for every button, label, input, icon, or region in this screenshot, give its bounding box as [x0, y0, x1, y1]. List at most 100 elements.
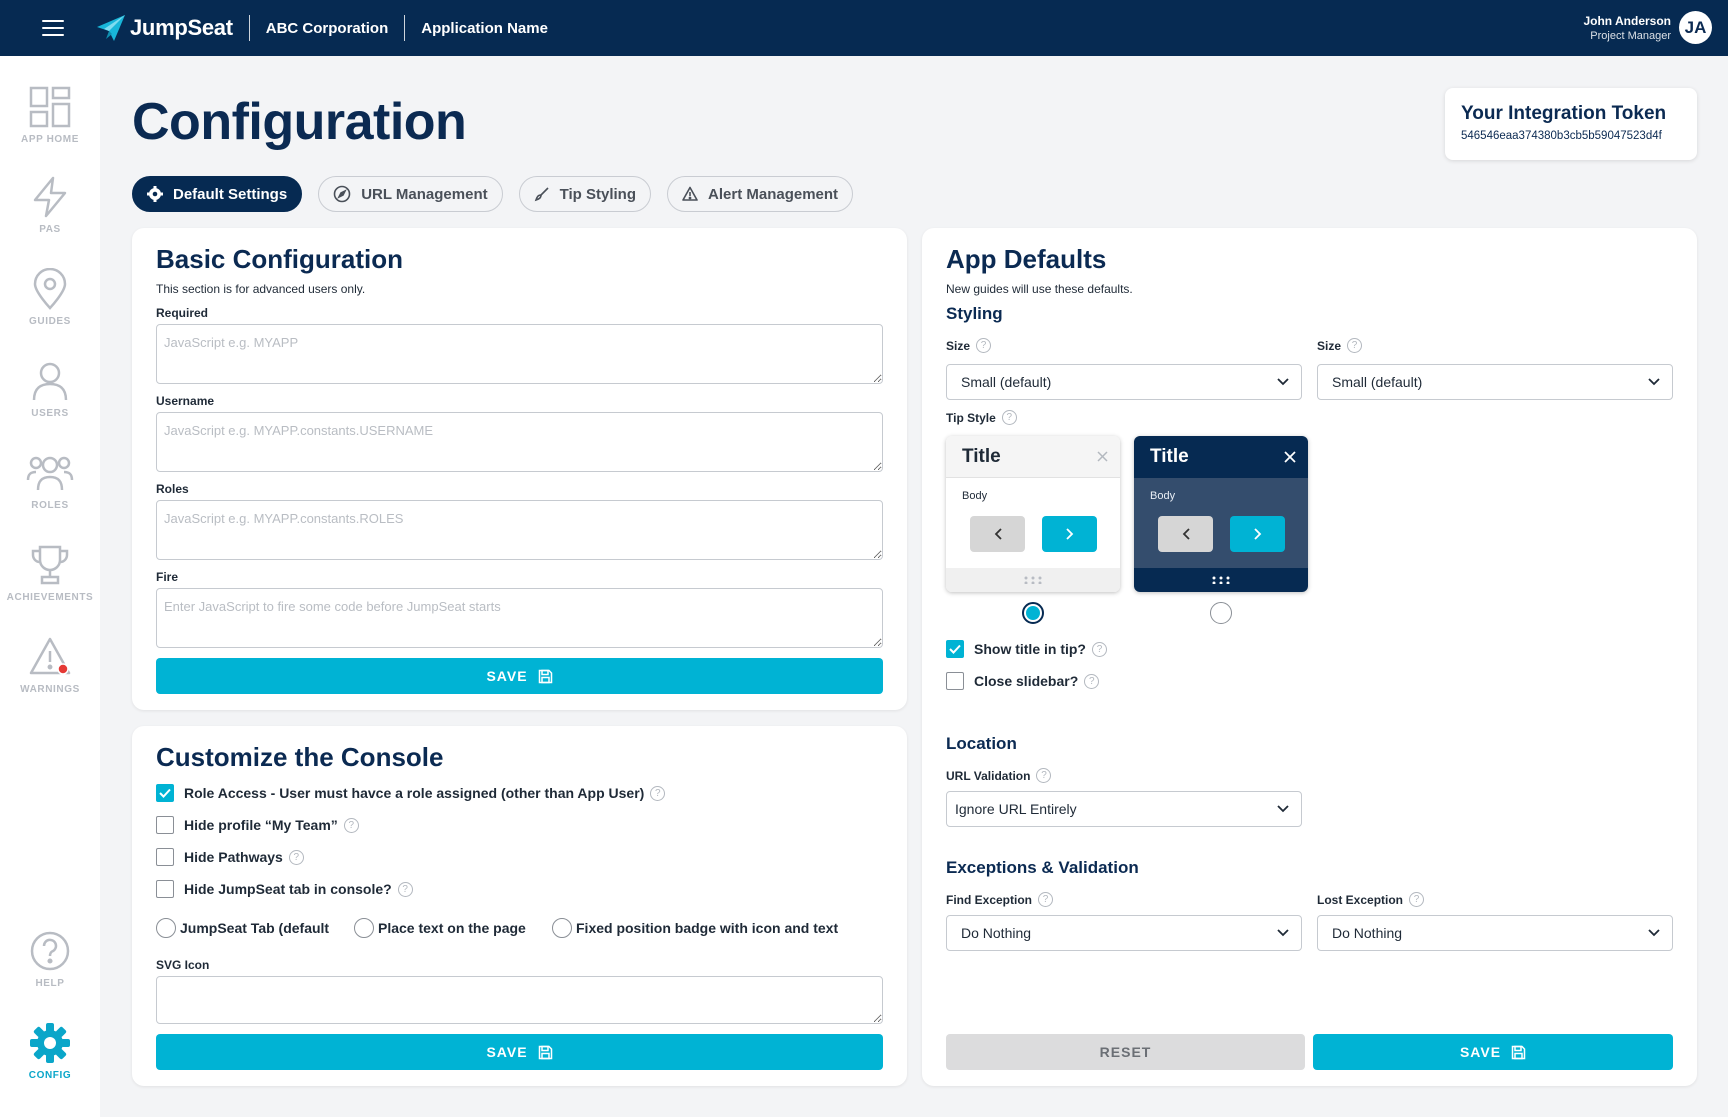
save-button[interactable]: SAVE [156, 658, 883, 694]
radio-fixed-badge[interactable]: Fixed position badge with icon and text [552, 918, 838, 938]
menu-icon[interactable] [42, 20, 64, 36]
card-title: Customize the Console [156, 742, 444, 772]
label-text: Tip Style [946, 410, 996, 425]
help-icon[interactable]: ? [288, 849, 304, 865]
hide-my-team-checkbox[interactable] [156, 816, 174, 834]
save-button[interactable]: SAVE [156, 1034, 883, 1070]
sidebar-item-achievements[interactable]: ACHIEVEMENTS [0, 544, 100, 603]
app-defaults-card: App Defaults New guides will use these d… [922, 228, 1697, 1086]
tip-style-dark-preview[interactable]: Title Body [1134, 436, 1308, 592]
user-menu[interactable]: John Anderson Project Manager JA [1583, 11, 1712, 44]
select-value: Small (default) [961, 374, 1052, 390]
tab-label: Alert Management [708, 185, 839, 203]
chevron-down-icon [1277, 805, 1289, 813]
field-label: Required [156, 306, 209, 320]
username-input[interactable] [156, 412, 883, 472]
svg-icon-input[interactable] [156, 976, 883, 1024]
show-title-checkbox[interactable] [946, 640, 964, 658]
field-label: Fire [156, 570, 179, 584]
roles-input[interactable] [156, 500, 883, 560]
sidebar-item-pas[interactable]: PAS [0, 176, 100, 235]
tip-next-button [1042, 516, 1097, 552]
size-select-secondary[interactable]: Small (default) [1317, 364, 1673, 400]
token-value[interactable]: 546546eaa374380b3cb5b59047523d4f [1461, 130, 1681, 142]
radio-button[interactable] [354, 918, 374, 938]
gear-icon [30, 1023, 70, 1063]
url-validation-label: URL Validation? [946, 768, 1052, 783]
help-icon[interactable]: ? [1036, 768, 1052, 783]
radio-label: JumpSeat Tab (default [180, 920, 330, 936]
tip-style-light-radio[interactable] [1022, 602, 1044, 624]
size-select[interactable]: Small (default) [946, 364, 1302, 400]
sidebar-item-users[interactable]: USERS [0, 360, 100, 419]
role-access-checkbox[interactable] [156, 784, 174, 802]
divider [248, 15, 250, 41]
help-icon[interactable]: ? [1409, 892, 1425, 907]
help-icon[interactable]: ? [1038, 892, 1054, 907]
sidebar-item-guides[interactable]: GUIDES [0, 268, 100, 327]
save-button[interactable]: SAVE [1313, 1034, 1673, 1070]
size-label: Size? [1317, 338, 1363, 353]
sidebar-label: ACHIEVEMENTS [6, 592, 94, 603]
lost-exception-select[interactable]: Do Nothing [1317, 915, 1673, 951]
url-validation-select[interactable]: Ignore URL Entirely [946, 791, 1302, 827]
tab-bar: Default Settings URL Management Tip Styl… [132, 176, 869, 212]
tab-default-settings[interactable]: Default Settings [132, 176, 303, 212]
sidebar-item-roles[interactable]: ROLES [0, 452, 100, 511]
find-exception-select[interactable]: Do Nothing [946, 915, 1302, 951]
sidebar-item-warnings[interactable]: WARNINGS [0, 636, 100, 695]
tip-style-light-preview[interactable]: Title Body [946, 436, 1120, 592]
radio-label: Fixed position badge with icon and text [576, 920, 839, 936]
help-icon[interactable]: ? [1347, 338, 1363, 353]
lightning-icon [33, 176, 67, 218]
close-slidebar-checkbox[interactable] [946, 672, 964, 690]
sidebar-item-help[interactable]: HELP [0, 930, 100, 989]
help-icon[interactable]: ? [650, 785, 666, 801]
tab-url-management[interactable]: URL Management [318, 176, 503, 212]
role-access-option[interactable]: Role Access - User must havce a role ass… [156, 784, 666, 802]
radio-button[interactable] [552, 918, 572, 938]
sidebar-label: USERS [31, 408, 69, 419]
chevron-left-icon [1182, 528, 1190, 540]
help-icon[interactable]: ? [1092, 641, 1107, 657]
help-icon[interactable]: ? [1084, 673, 1100, 689]
sidebar-item-config[interactable]: CONFIG [0, 1022, 100, 1081]
help-icon[interactable]: ? [976, 338, 992, 353]
checkbox-label: Hide profile “My Team” [184, 817, 338, 833]
brand-name: JumpSeat [130, 15, 233, 40]
gear-icon [147, 186, 163, 202]
org-name[interactable]: ABC Corporation [266, 20, 389, 37]
top-bar: JumpSeat ABC Corporation Application Nam… [0, 0, 1728, 56]
check-icon [159, 788, 171, 798]
hide-jumpseat-tab-checkbox[interactable] [156, 880, 174, 898]
tip-style-dark-radio[interactable] [1210, 602, 1232, 624]
map-pin-icon [33, 268, 67, 310]
brand-logo[interactable]: JumpSeat [96, 14, 233, 42]
checkbox-label: Role Access - User must havce a role ass… [184, 785, 645, 801]
close-slidebar-option[interactable]: Close slidebar?? [946, 672, 1100, 690]
app-name[interactable]: Application Name [421, 20, 548, 37]
reset-button[interactable]: RESET [946, 1034, 1305, 1070]
hide-my-team-option[interactable]: Hide profile “My Team”? [156, 816, 359, 834]
help-icon[interactable]: ? [397, 881, 413, 897]
hide-jumpseat-tab-option[interactable]: Hide JumpSeat tab in console?? [156, 880, 413, 898]
hide-pathways-option[interactable]: Hide Pathways? [156, 848, 304, 866]
sidebar-item-app-home[interactable]: APP HOME [0, 86, 100, 145]
radio-label: Place text on the page [378, 920, 526, 936]
fire-input[interactable] [156, 588, 883, 648]
hide-pathways-checkbox[interactable] [156, 848, 174, 866]
avatar[interactable]: JA [1679, 11, 1712, 44]
help-icon[interactable]: ? [343, 817, 359, 833]
help-icon[interactable]: ? [1001, 410, 1017, 425]
compass-icon [333, 185, 351, 203]
tip-prev-button [1158, 516, 1213, 552]
tab-alert-management[interactable]: Alert Management [667, 176, 854, 212]
radio-jumpseat-tab[interactable]: JumpSeat Tab (default [156, 918, 329, 938]
users-icon [26, 456, 74, 491]
required-input[interactable] [156, 324, 883, 384]
radio-button[interactable] [156, 918, 176, 938]
show-title-option[interactable]: Show title in tip?? [946, 640, 1107, 658]
tab-tip-styling[interactable]: Tip Styling [518, 176, 652, 212]
chevron-down-icon [1277, 929, 1289, 937]
radio-place-text[interactable]: Place text on the page [354, 918, 526, 938]
